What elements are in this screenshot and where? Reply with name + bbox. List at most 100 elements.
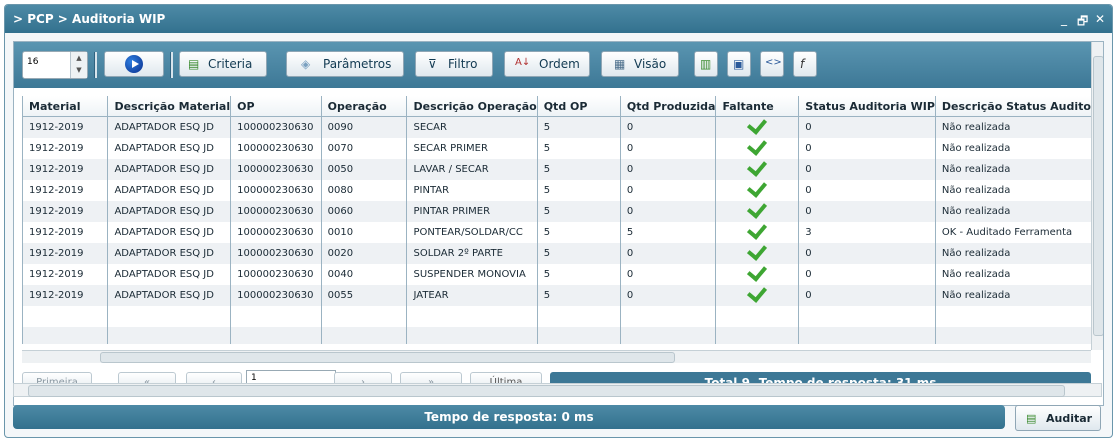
code-button[interactable]: <> [760, 51, 784, 77]
empty-cell [406, 306, 538, 327]
table-header: Material Descrição Material OP Operação … [23, 96, 1092, 117]
table-row[interactable]: 1912-2019 ADAPTADOR ESQ JD 100000230630 009… [23, 116, 1092, 138]
empty-cell [23, 306, 109, 327]
empty-cell [537, 327, 621, 344]
empty-cell [321, 306, 408, 327]
cell-op: 100000230630 [230, 180, 322, 201]
cell-qtd-op: 5 [537, 116, 621, 138]
cell-faltante [715, 243, 800, 264]
stepper-arrows-icon[interactable]: ▲ ▼ [70, 52, 87, 78]
table-row[interactable]: 1912-2019 ADAPTADOR ESQ JD 100000230630 001… [23, 222, 1092, 243]
cell-descricao-material: ADAPTADOR ESQ JD [107, 243, 232, 264]
run-button[interactable] [104, 51, 164, 77]
col-descricao-operacao[interactable]: Descrição Operação [406, 96, 538, 117]
cell-descricao-material: ADAPTADOR ESQ JD [107, 285, 232, 306]
check-icon [747, 243, 768, 261]
cell-material: 1912-2019 [23, 159, 109, 180]
cell-qtd-produzida: 5 [620, 222, 717, 243]
data-table: Material Descrição Material OP Operação … [23, 96, 1092, 344]
criteria-label: Criteria [208, 57, 253, 71]
rows-per-page-value: 16 [27, 57, 39, 67]
cell-status-auditoria: 0 [798, 138, 936, 159]
filter-icon: ⊽ [428, 57, 437, 71]
table-row[interactable]: 1912-2019 ADAPTADOR ESQ JD 100000230630 006… [23, 201, 1092, 222]
cell-op: 100000230630 [230, 222, 322, 243]
grid-vertical-scrollbar[interactable] [1091, 42, 1103, 350]
cell-qtd-produzida: 0 [620, 264, 717, 285]
outer-horizontal-scrollbar[interactable] [13, 383, 1102, 397]
cell-qtd-op: 5 [537, 138, 621, 159]
col-operacao[interactable]: Operação [321, 96, 408, 117]
cell-qtd-op: 5 [537, 159, 621, 180]
grid-panel: 16 ▲ ▼ ▤ Criteria ◈ Parâmetros ⊽ Filtro A… [13, 41, 1104, 406]
cell-descricao-status: Não realizada [935, 180, 1092, 201]
col-status-auditoria[interactable]: Status Auditoria WIP [798, 96, 936, 117]
export-icon: ▥ [700, 57, 712, 71]
cell-op: 100000230630 [230, 201, 322, 222]
page-number-value: 1 [251, 373, 257, 383]
audit-icon: ▤ [1026, 412, 1037, 425]
save-button[interactable]: ▣ [727, 51, 751, 77]
col-material[interactable]: Material [23, 96, 109, 117]
table-row[interactable]: 1912-2019 ADAPTADOR ESQ JD 100000230630 002… [23, 243, 1092, 264]
col-qtd-produzida[interactable]: Qtd Produzida [620, 96, 717, 117]
cell-faltante [715, 264, 800, 285]
cell-descricao-operacao: PONTEAR/SOLDAR/CC [406, 222, 538, 243]
data-grid: Material Descrição Material OP Operação … [22, 96, 1092, 344]
auditoria-wip-window: > PCP > Auditoria WIP _ 🗗 ✕ 16 ▲ ▼ ▤ Crit… [4, 4, 1113, 438]
filtro-button[interactable]: ⊽ Filtro [415, 51, 493, 77]
auditar-button[interactable]: ▤ Auditar [1015, 405, 1101, 431]
scroll-thumb[interactable] [1093, 56, 1103, 336]
cell-material: 1912-2019 [23, 264, 109, 285]
rows-per-page-stepper[interactable]: 16 ▲ ▼ [22, 51, 88, 79]
scroll-thumb[interactable] [100, 352, 675, 363]
table-row[interactable]: 1912-2019 ADAPTADOR ESQ JD 100000230630 005… [23, 159, 1092, 180]
restore-icon[interactable]: 🗗 [1077, 12, 1088, 33]
parametros-button[interactable]: ◈ Parâmetros [286, 51, 404, 77]
ordem-button[interactable]: A↓ Ordem [504, 51, 590, 77]
empty-cell [620, 306, 717, 327]
table-row[interactable]: 1912-2019 ADAPTADOR ESQ JD 100000230630 008… [23, 180, 1092, 201]
col-op[interactable]: OP [230, 96, 322, 117]
cell-material: 1912-2019 [23, 201, 109, 222]
col-descricao-material[interactable]: Descrição Material [107, 96, 232, 117]
minimize-icon[interactable]: _ [1061, 12, 1067, 26]
filtro-label: Filtro [448, 57, 478, 71]
grid-horizontal-scrollbar[interactable] [22, 350, 1091, 363]
cell-op: 100000230630 [230, 264, 322, 285]
visao-button[interactable]: ▦ Visão [601, 51, 679, 77]
empty-cell [406, 327, 538, 344]
col-faltante[interactable]: Faltante [715, 96, 800, 117]
table-row[interactable]: 1912-2019 ADAPTADOR ESQ JD 100000230630 007… [23, 138, 1092, 159]
cell-qtd-op: 5 [537, 201, 621, 222]
cell-operacao: 0080 [321, 180, 408, 201]
cell-descricao-status: Não realizada [935, 285, 1092, 306]
cell-material: 1912-2019 [23, 138, 109, 159]
scroll-thumb[interactable] [28, 385, 1065, 397]
export-button[interactable]: ▥ [694, 51, 718, 77]
cell-operacao: 0050 [321, 159, 408, 180]
function-button[interactable]: f [793, 51, 817, 77]
col-descricao-status[interactable]: Descrição Status Audito [935, 96, 1092, 117]
empty-cell [798, 327, 936, 344]
col-qtd-op[interactable]: Qtd OP [537, 96, 621, 117]
empty-cell [23, 327, 109, 344]
parametros-label: Parâmetros [323, 57, 392, 71]
cell-descricao-operacao: PINTAR [406, 180, 538, 201]
cell-descricao-material: ADAPTADOR ESQ JD [107, 180, 232, 201]
check-icon [747, 222, 768, 240]
empty-cell [715, 306, 800, 327]
check-icon [747, 180, 768, 198]
cell-status-auditoria: 0 [798, 180, 936, 201]
cell-qtd-produzida: 0 [620, 159, 717, 180]
criteria-button[interactable]: ▤ Criteria [179, 51, 267, 77]
visao-label: Visão [634, 57, 667, 71]
cell-operacao: 0020 [321, 243, 408, 264]
cell-material: 1912-2019 [23, 116, 109, 138]
cell-descricao-operacao: PINTAR PRIMER [406, 201, 538, 222]
table-row[interactable]: 1912-2019 ADAPTADOR ESQ JD 100000230630 005… [23, 285, 1092, 306]
cell-descricao-status: Não realizada [935, 159, 1092, 180]
cell-faltante [715, 201, 800, 222]
close-icon[interactable]: ✕ [1095, 12, 1105, 26]
table-row[interactable]: 1912-2019 ADAPTADOR ESQ JD 100000230630 004… [23, 264, 1092, 285]
